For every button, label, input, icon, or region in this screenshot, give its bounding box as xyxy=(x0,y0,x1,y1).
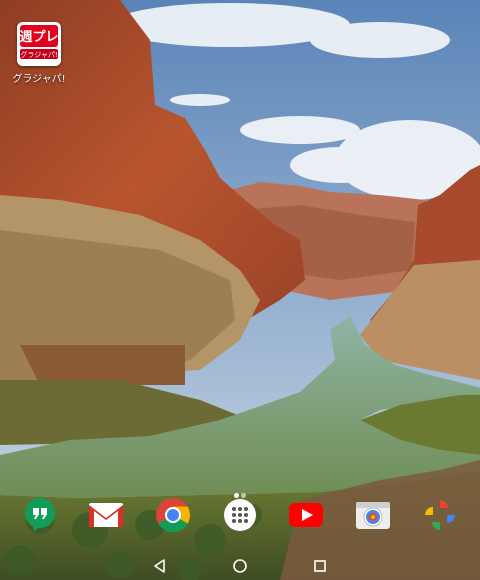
grajapa-app-icon: 週プレ グラジャパ! xyxy=(17,22,61,66)
gmail-icon[interactable] xyxy=(88,497,124,533)
recents-icon[interactable] xyxy=(310,556,330,576)
home-screen: 週プレ グラジャパ! グラジャパ! xyxy=(0,0,480,580)
grajapa-shortcut[interactable]: 週プレ グラジャパ! グラジャパ! xyxy=(8,22,70,85)
photos-icon[interactable] xyxy=(422,497,458,533)
back-icon[interactable] xyxy=(150,556,170,576)
navigation-bar xyxy=(0,552,480,580)
hangouts-icon[interactable] xyxy=(22,497,58,533)
app-drawer-icon[interactable] xyxy=(222,497,258,533)
grajapa-logo-subtext: グラジャパ! xyxy=(20,50,57,59)
grajapa-label: グラジャパ! xyxy=(12,74,66,85)
dock xyxy=(0,497,480,535)
youtube-icon[interactable] xyxy=(288,497,324,533)
grajapa-logo-text: 週プレ xyxy=(19,30,58,45)
home-icon[interactable] xyxy=(230,556,250,576)
camera-icon[interactable] xyxy=(355,497,391,533)
chrome-icon[interactable] xyxy=(155,497,191,533)
